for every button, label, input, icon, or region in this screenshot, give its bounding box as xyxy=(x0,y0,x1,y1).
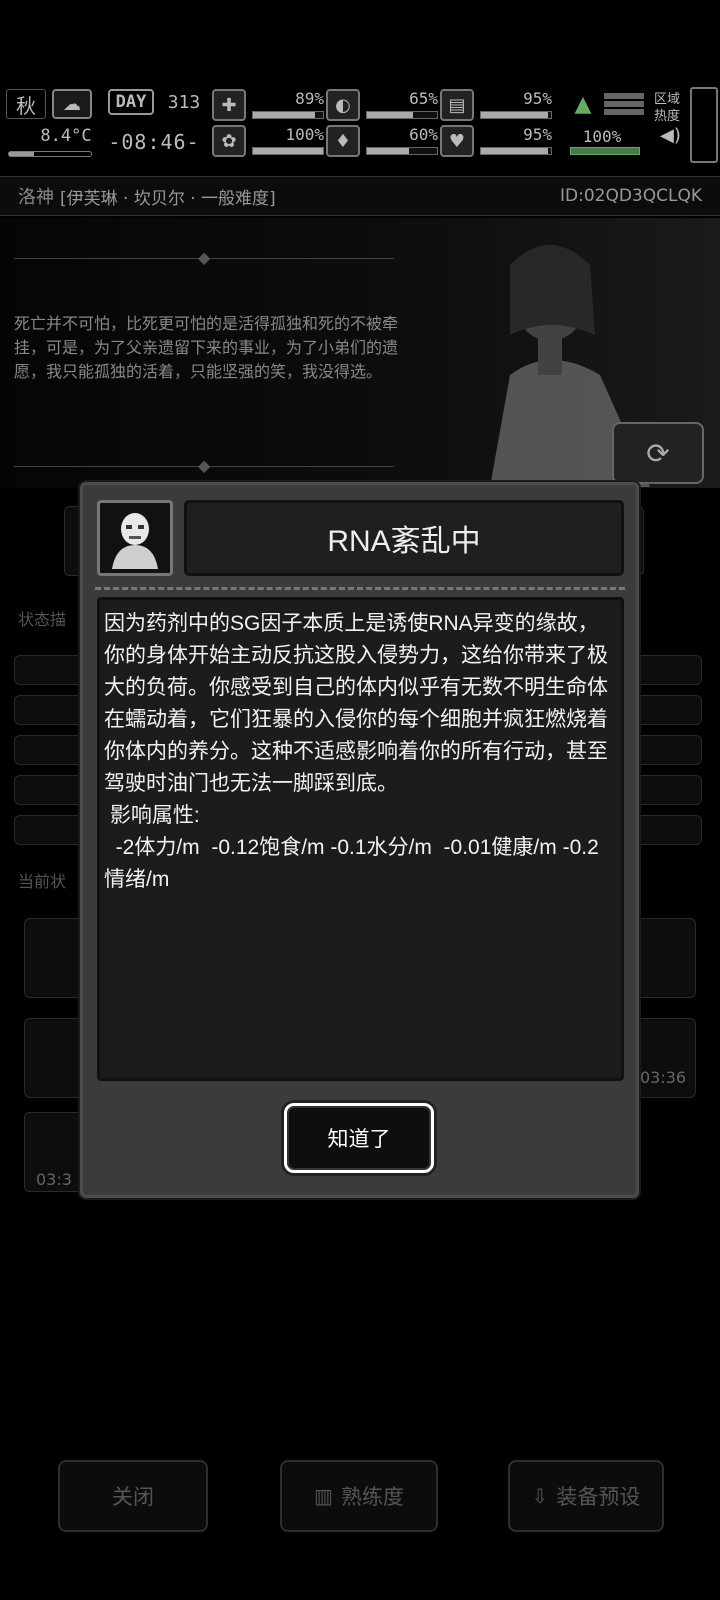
stat-heart: ♥ 95% xyxy=(440,125,552,159)
weather-icon: ☁ xyxy=(52,89,92,119)
proficiency-label: 熟练度 xyxy=(340,1485,404,1509)
stat-health: ✚ 89% xyxy=(212,89,324,123)
equip-preset-button[interactable]: ⇩ 装备预设 xyxy=(508,1460,664,1532)
heart-icon: ♥ xyxy=(440,125,474,157)
stat-brain-value: 100% xyxy=(285,125,324,144)
close-label: 关闭 xyxy=(112,1485,154,1509)
medkit-icon: ✚ xyxy=(212,89,246,121)
stat-heart-value: 95% xyxy=(523,125,552,144)
save-id: ID:02QD3QCLQK xyxy=(559,186,702,206)
dialog-title: RNA紊乱中 xyxy=(184,500,624,576)
stomach-icon: ◐ xyxy=(326,89,360,121)
region-heat-label: 区域热度 xyxy=(653,92,680,124)
stat-water: ♦ 60% xyxy=(326,125,438,159)
stat-stomach: ◐ 65% xyxy=(326,89,438,123)
lungs-icon: ▤ xyxy=(440,89,474,121)
stat-stomach-value: 65% xyxy=(409,89,438,108)
radiation-icon: ▲ xyxy=(574,91,592,117)
status-slot xyxy=(24,1018,88,1098)
equip-preset-label: 装备预设 xyxy=(556,1485,641,1509)
proficiency-icon: ▥ xyxy=(314,1484,333,1508)
temperature: 8.4°C xyxy=(40,126,92,146)
equip-preset-icon: ⇩ xyxy=(531,1484,549,1508)
clock: -08:46- xyxy=(108,130,200,154)
outfit-swap-icon: ⟳ xyxy=(646,436,670,470)
ornament-icon: ◆ xyxy=(198,456,211,475)
status-desc-label: 状态描 xyxy=(18,610,67,629)
outfit-swap-button[interactable]: ⟳ xyxy=(612,422,704,484)
stat-health-value: 89% xyxy=(295,89,324,108)
stat-water-value: 60% xyxy=(409,125,438,144)
status-heart-slot xyxy=(24,918,88,998)
brain-icon: ✿ xyxy=(212,125,246,157)
radiation-bar xyxy=(570,147,640,155)
close-button[interactable]: 关闭 xyxy=(58,1460,208,1532)
status-timer: 03:36 xyxy=(640,1068,687,1087)
acknowledge-button[interactable]: 知道了 xyxy=(284,1103,434,1173)
status-timer: 03:3 xyxy=(36,1170,72,1189)
region-flag-icon xyxy=(604,93,644,115)
day-label: DAY xyxy=(108,89,154,115)
current-status-label: 当前状 xyxy=(18,872,67,891)
dashed-divider xyxy=(95,587,625,590)
status-hud: 秋 ☁ DAY 313 8.4°C -08:46- ✚ 89% ✿ 100% ◐… xyxy=(0,85,720,165)
proficiency-button[interactable]: ▥ 熟练度 xyxy=(280,1460,438,1532)
radiation-value: 100% xyxy=(582,126,622,146)
region-heat-meter xyxy=(690,87,718,163)
day-number: 313 xyxy=(167,91,201,113)
character-quote: 死亡并不可怕，比死更可怕的是活得孤独和死的不被牵挂，可是，为了父亲遗留下来的事业… xyxy=(14,314,399,381)
game-logo: 洛神 xyxy=(18,187,54,208)
stat-stamina: ▤ 95% xyxy=(440,89,552,123)
stat-stamina-value: 95% xyxy=(523,89,552,108)
water-drop-icon: ♦ xyxy=(326,125,360,157)
character-difficulty: [伊芙琳 · 坎贝尔 · 一般难度] xyxy=(60,188,276,209)
stat-brain: ✿ 100% xyxy=(212,125,324,159)
season-indicator: 秋 xyxy=(6,89,46,119)
character-header: 洛神 [伊芙琳 · 坎贝尔 · 一般难度] ID:02QD3QCLQK xyxy=(0,176,720,216)
dialog-body: 因为药剂中的SG因子本质上是诱使RNA异变的缘故，你的身体开始主动反抗这股入侵势… xyxy=(97,597,624,1081)
mutant-avatar-icon xyxy=(97,500,173,576)
temperature-bar xyxy=(8,151,92,157)
rna-disorder-dialog: RNA紊乱中 因为药剂中的SG因子本质上是诱使RNA异变的缘故，你的身体开始主动… xyxy=(80,482,639,1198)
speaker-icon[interactable]: ◀) xyxy=(660,125,681,146)
ornament-icon: ◆ xyxy=(198,248,211,267)
